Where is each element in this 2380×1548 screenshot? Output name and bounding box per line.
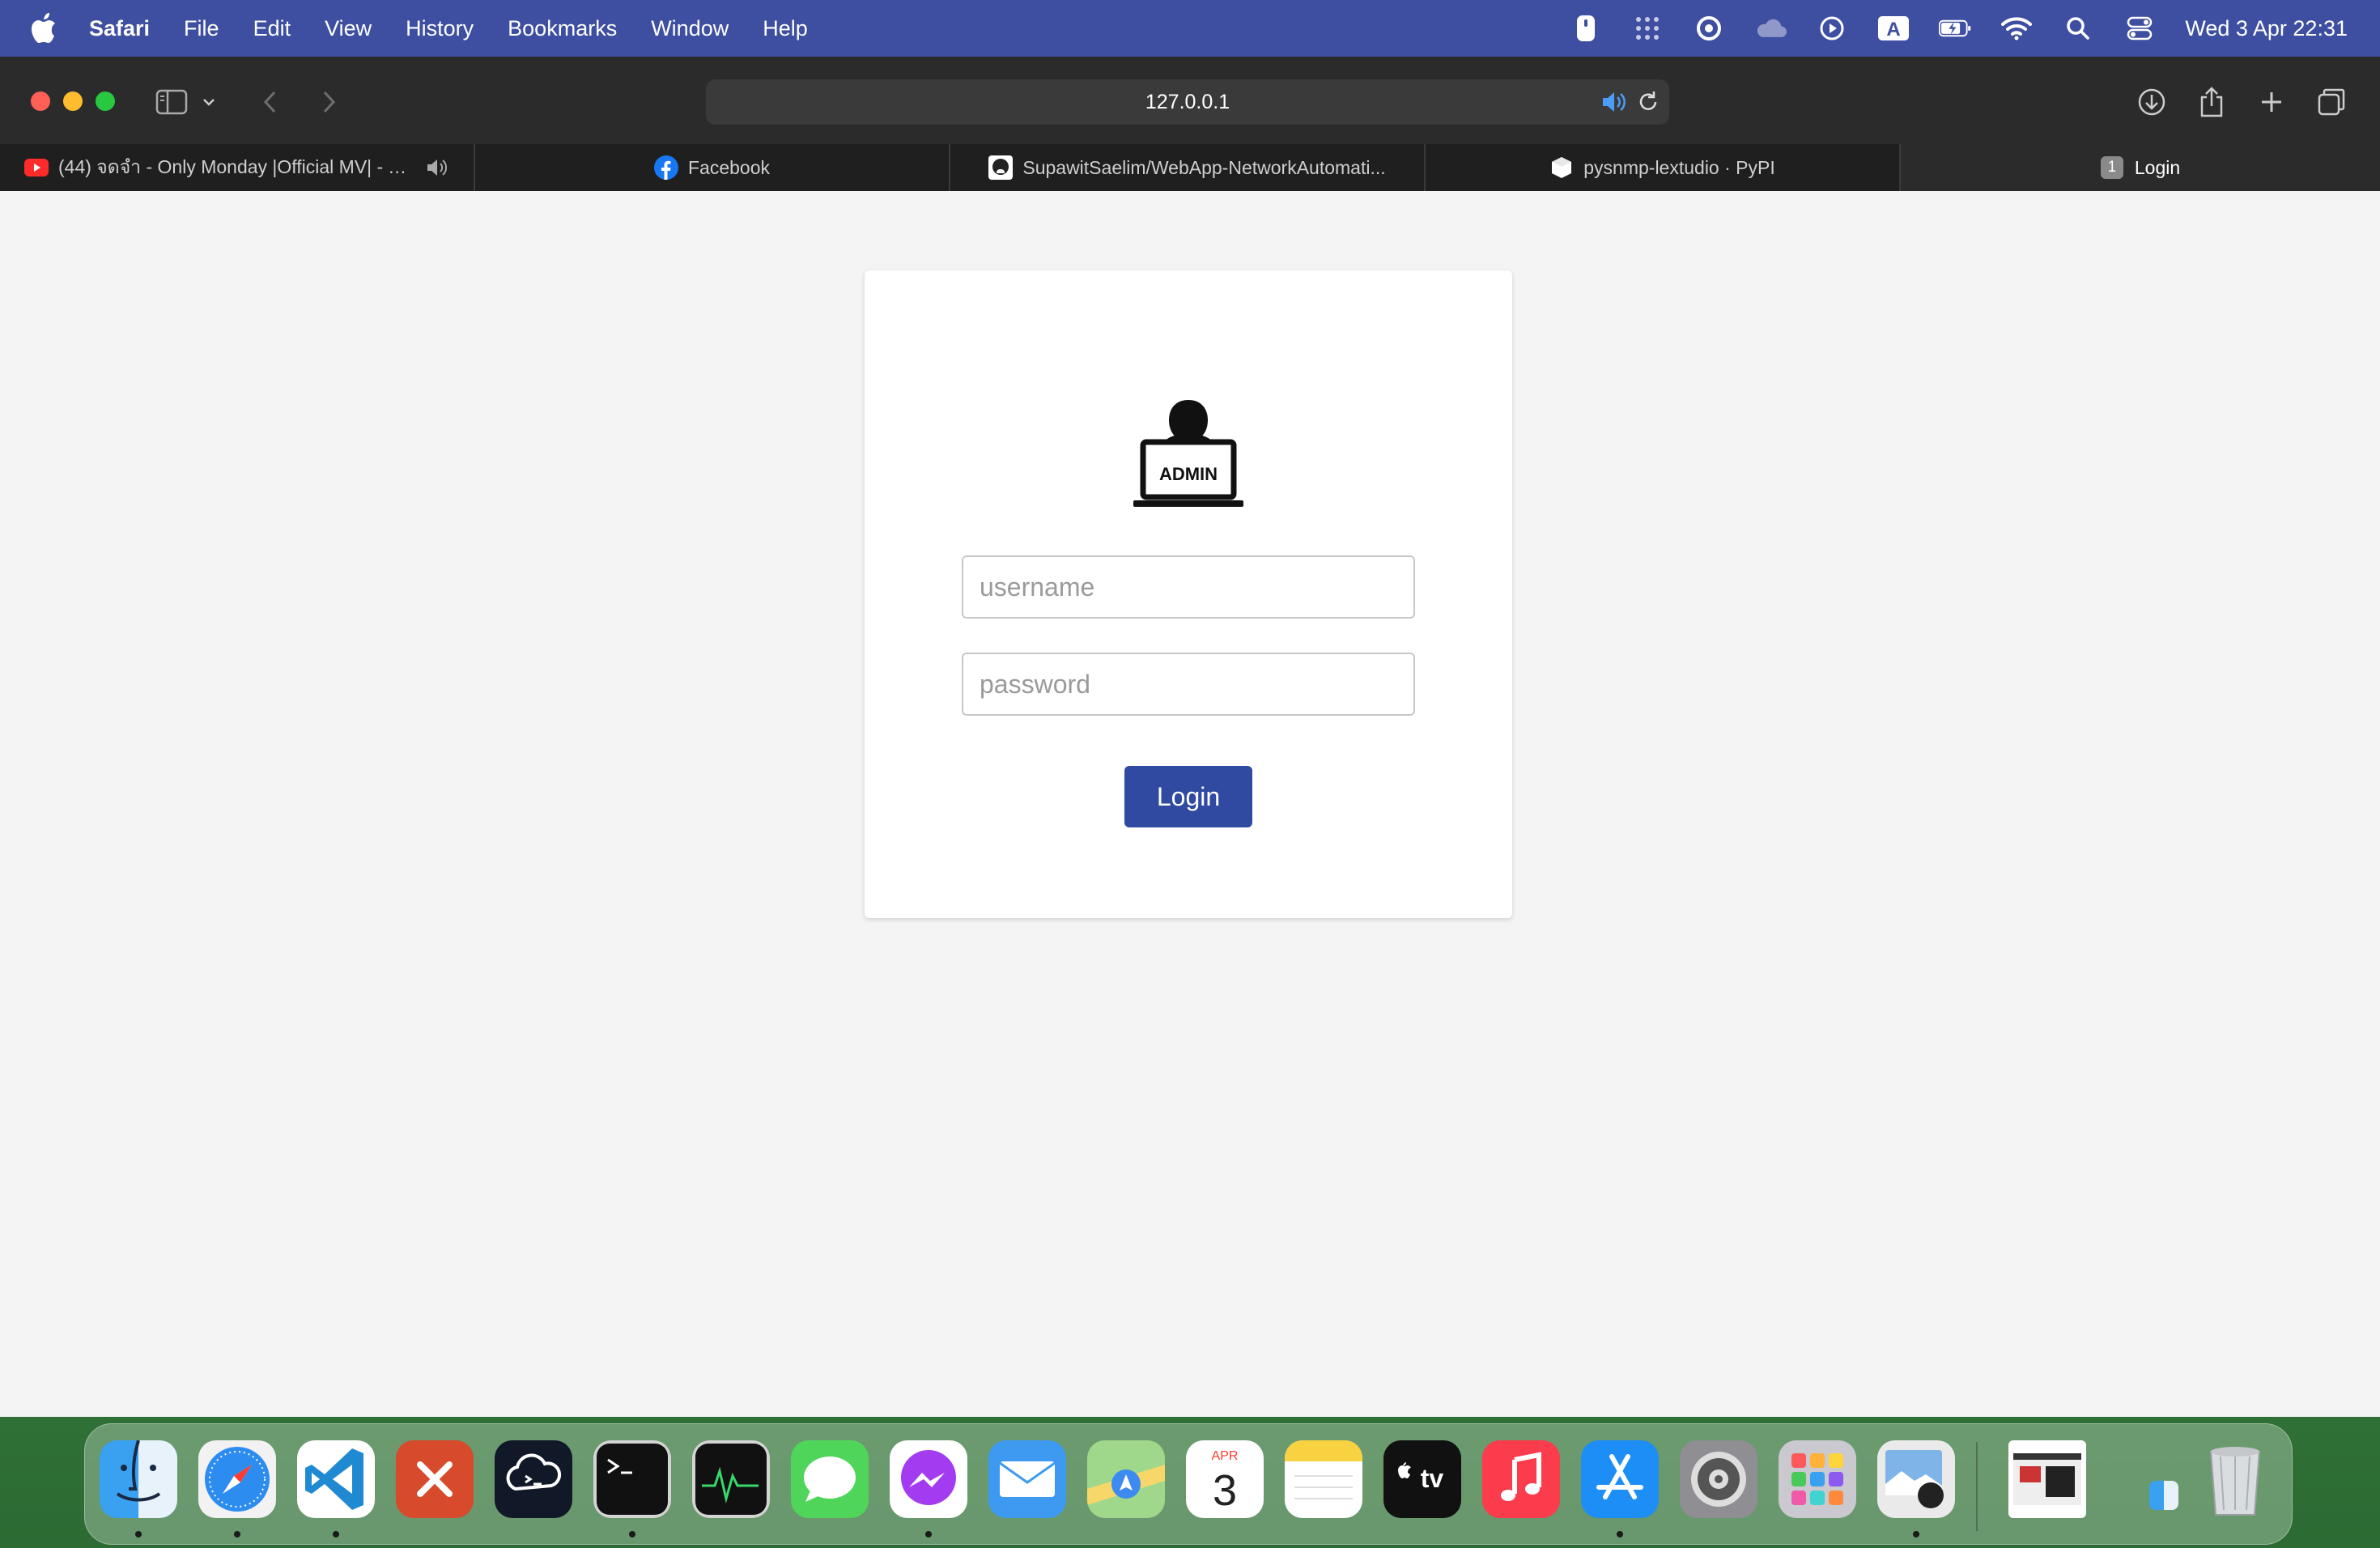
address-text: 127.0.0.1 [1145,90,1230,113]
dock: APR 3 tv [84,1423,2293,1545]
tab-overview-icon[interactable] [2314,84,2349,120]
browser-toolbar: 127.0.0.1 [0,57,2380,145]
messages-icon[interactable] [791,1440,869,1518]
calendar-month: APR [1212,1449,1239,1463]
notes-icon[interactable] [1285,1440,1362,1518]
messenger-icon[interactable] [890,1440,967,1518]
finder-small-icon[interactable] [2149,1481,2178,1510]
chatgpt-icon[interactable] [495,1440,572,1518]
tab-title: SupawitSaelim/WebApp-NetworkAutomati... [1022,156,1386,178]
cloud-icon[interactable] [1754,12,1787,45]
menu-bar: Safari File Edit View History Bookmarks … [0,0,2380,57]
tab-title: pysnmp-lextudio · PyPI [1583,156,1775,178]
tab-youtube[interactable]: (44) จดจำ - Only Monday |Official MV| - … [0,144,475,191]
tab-title: Login [2134,156,2181,178]
calendar-icon[interactable]: APR 3 [1186,1440,1264,1518]
preview-icon[interactable] [1877,1440,1955,1518]
menu-history[interactable]: History [406,16,474,41]
running-indicator [234,1531,240,1537]
mail-icon[interactable] [988,1440,1066,1518]
address-bar[interactable]: 127.0.0.1 [706,79,1669,125]
running-indicator [333,1531,339,1537]
sidebar-toggle-icon[interactable] [154,84,189,120]
audio-playing-icon[interactable] [1600,87,1629,117]
finder-icon[interactable] [100,1440,177,1518]
battery-icon[interactable] [1939,12,1971,45]
safari-icon[interactable] [198,1440,276,1518]
tab-bar: (44) จดจำ - Only Monday |Official MV| - … [0,144,2380,191]
admin-logo-text: ADMIN [1159,464,1218,484]
play-circle-icon[interactable] [1816,12,1848,45]
tab-badge: 1 [2100,156,2123,179]
spotlight-search-icon[interactable] [2062,12,2094,45]
tab-pypi[interactable]: pysnmp-lextudio · PyPI [1426,144,1901,191]
menu-view[interactable]: View [325,16,372,41]
share-icon[interactable] [2194,84,2229,120]
wifi-icon[interactable] [2000,12,2033,45]
login-button[interactable]: Login [1124,766,1252,827]
github-icon [988,155,1014,180]
sync-icon[interactable] [1693,12,1725,45]
speaker-icon[interactable] [425,155,449,180]
apple-menu-icon[interactable] [31,12,60,45]
page-content: ADMIN Login [0,191,2380,1417]
clock[interactable]: Wed 3 Apr 22:31 [2185,16,2348,41]
activity-monitor-icon[interactable] [692,1440,770,1518]
calendar-day: 3 [1213,1466,1237,1515]
tab-title: (44) จดจำ - Only Monday |Official MV| - … [58,156,414,177]
menu-file[interactable]: File [184,16,219,41]
running-indicator [925,1531,932,1537]
forward-arrow-icon[interactable] [311,84,346,120]
new-tab-plus-icon[interactable] [2254,84,2289,120]
running-indicator [629,1531,635,1537]
maps-icon[interactable] [1087,1440,1165,1518]
remote-desktop-icon[interactable] [396,1440,474,1518]
music-icon[interactable] [1482,1440,1560,1518]
system-settings-icon[interactable] [1680,1440,1757,1518]
menu-window[interactable]: Window [651,16,729,41]
status-area: A Wed 3 Apr 22:31 [1570,0,2348,57]
tab-facebook[interactable]: Facebook [475,144,950,191]
running-indicator [135,1531,142,1537]
trash-icon[interactable] [2196,1440,2274,1518]
keyboard-input-icon[interactable]: A [1877,12,1910,45]
menu-app-safari[interactable]: Safari [89,16,150,41]
pypi-icon [1549,155,1574,180]
admin-logo-icon: ADMIN [1132,392,1245,513]
terminal-icon[interactable] [593,1440,671,1518]
back-arrow-icon[interactable] [253,84,288,120]
launchpad-icon[interactable] [1779,1440,1856,1518]
app-store-icon[interactable] [1581,1440,1659,1518]
login-card: ADMIN Login [865,270,1512,918]
close-window-button[interactable] [31,91,50,111]
youtube-icon [24,155,49,180]
safari-window: 127.0.0.1 (44) จดจำ - Only Monday |Offic… [0,57,2380,1417]
tab-title: Facebook [687,156,770,178]
keyboard-indicator-label: A [1887,19,1901,40]
vscode-icon[interactable] [297,1440,375,1518]
running-indicator [1913,1531,1919,1537]
running-indicator [1617,1531,1623,1537]
window-thumbnail[interactable] [2008,1440,2086,1518]
grid-dots-icon[interactable] [1631,12,1664,45]
tab-github[interactable]: SupawitSaelim/WebApp-NetworkAutomati... [950,144,1426,191]
zoom-window-button[interactable] [96,91,115,111]
tv-label: tv [1421,1464,1444,1493]
apple-tv-icon[interactable]: tv [1383,1440,1461,1518]
tab-login[interactable]: 1 Login [1901,144,2380,191]
facebook-icon [653,155,678,180]
control-center-icon[interactable] [2123,12,2156,45]
username-input[interactable] [962,555,1415,619]
chevron-down-icon[interactable] [199,84,219,120]
minimize-window-button[interactable] [63,91,83,111]
menu-bookmarks[interactable]: Bookmarks [508,16,617,41]
dock-separator [1976,1442,1978,1531]
reload-icon[interactable] [1634,87,1663,117]
mouse-icon[interactable] [1570,12,1602,45]
menu-edit[interactable]: Edit [253,16,291,41]
downloads-icon[interactable] [2134,84,2170,120]
password-input[interactable] [962,653,1415,716]
menu-help[interactable]: Help [763,16,808,41]
